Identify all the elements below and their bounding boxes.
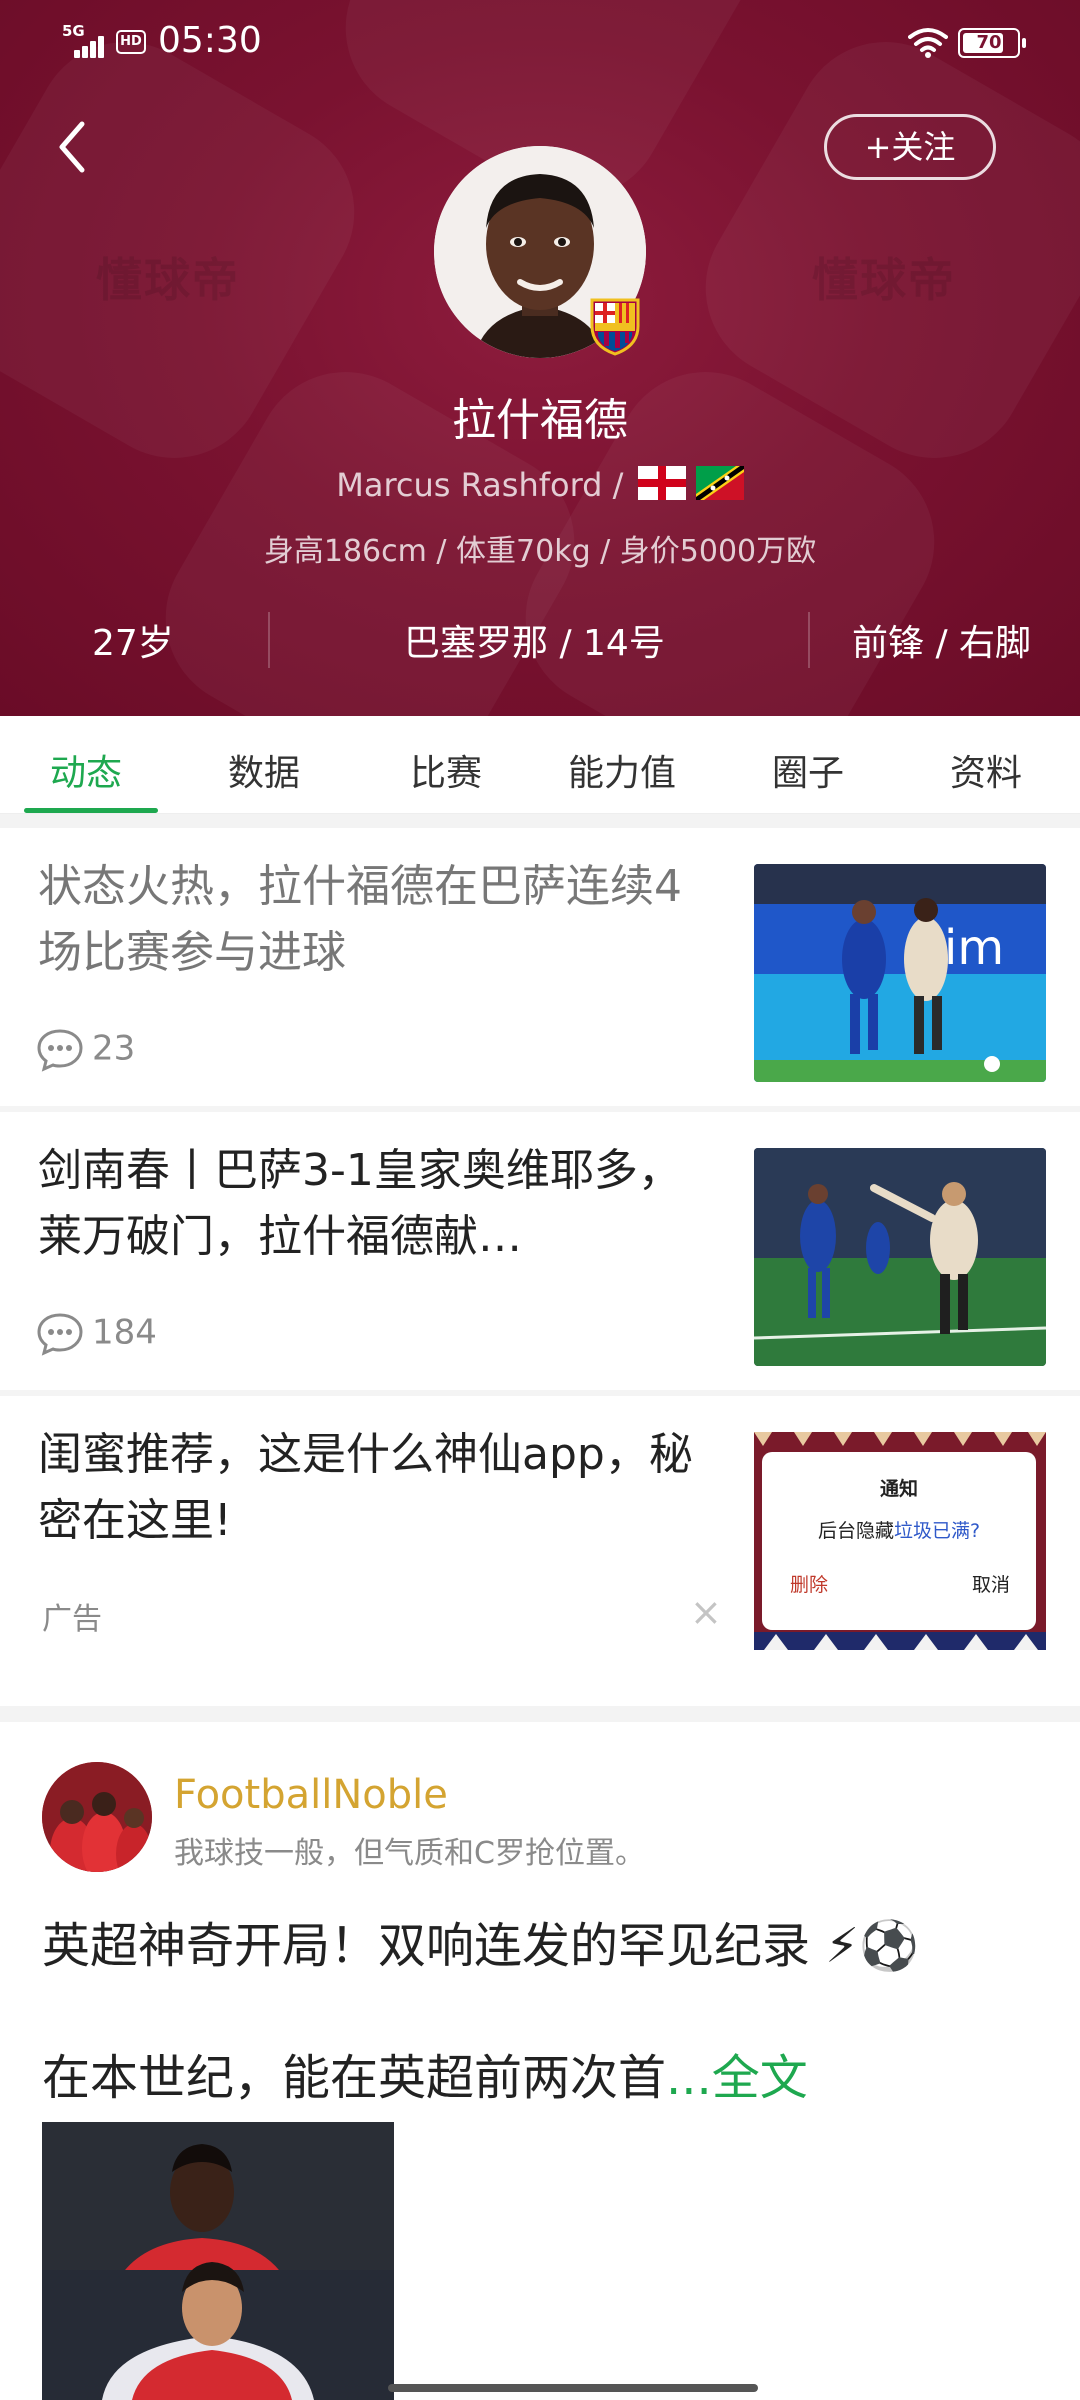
news-title: 剑南春丨巴萨3-1皇家奥维耶多，莱万破门，拉什福德献… (38, 1145, 682, 1262)
tab-matches[interactable]: 比赛 (410, 744, 482, 796)
ad-dialog-text: 后台隐藏垃圾已满? (762, 1516, 1036, 1543)
post-text-line: 在本世纪，能在英超前两次首...全文 (42, 2038, 808, 2108)
ad-dialog-title: 通知 (879, 1478, 918, 1500)
signal-icon (74, 34, 108, 58)
comment-icon (37, 1313, 83, 1356)
battery-percent: 70 (976, 32, 1002, 53)
news-item[interactable]: 状态火热，拉什福德在巴萨连续4场比赛参与进球 23 im (0, 828, 1080, 1106)
tab-news[interactable]: 动态 (50, 744, 122, 796)
ad-dialog-text-prefix: 后台隐藏 (817, 1520, 894, 1542)
section-gap (0, 1706, 1080, 1722)
divider (268, 612, 270, 668)
player-info-row: 27岁 巴塞罗那 / 14号 前锋 / 右脚 (0, 604, 1080, 674)
back-button[interactable] (50, 112, 94, 182)
player-position-foot: 前锋 / 右脚 (852, 623, 1032, 664)
tab-circle[interactable]: 圈子 (772, 744, 844, 796)
player-club-number: 巴塞罗那 / 14号 (404, 623, 665, 664)
section-gap (0, 814, 1080, 828)
follow-button[interactable]: +关注 (824, 114, 996, 180)
author-name[interactable]: FootballNoble (174, 1772, 448, 1818)
post-text-line: 英超神奇开局！双响连发的罕见纪录 ⚡⚽ (42, 1918, 919, 1974)
community-post[interactable]: FootballNoble 我球技一般，但气质和C罗抢位置。 英超神奇开局！双响… (0, 1722, 1080, 2400)
author-signature: 我球技一般，但气质和C罗抢位置。 (174, 1836, 645, 1871)
comment-count-value: 184 (92, 1312, 157, 1353)
watermark-text: 懂球帝 (812, 253, 956, 307)
player-physical-stats: 身高186cm / 体重70kg / 身价5000万欧 (263, 534, 817, 569)
ad-dialog-delete: 删除 (790, 1574, 829, 1596)
news-title: 状态火热，拉什福德在巴萨连续4场比赛参与进球 (38, 861, 682, 978)
home-indicator[interactable] (388, 2384, 758, 2392)
watermark-text: 懂球帝 (96, 253, 240, 307)
tab-stats[interactable]: 数据 (228, 744, 300, 796)
comment-icon (37, 1029, 83, 1072)
svg-text:im: im (944, 920, 1004, 976)
player-name: 拉什福德 (452, 395, 628, 446)
ad-dialog-text-highlight: 垃圾已满? (893, 1520, 981, 1542)
post-image[interactable] (42, 2122, 394, 2400)
read-more-link[interactable]: ...全文 (666, 2050, 808, 2106)
fc-barcelona-badge-icon (590, 298, 640, 356)
ad-dialog-mock: 通知 后台隐藏垃圾已满? 删除 取消 (762, 1452, 1036, 1630)
active-tab-indicator (24, 808, 158, 813)
news-item[interactable]: 剑南春丨巴萨3-1皇家奥维耶多，莱万破门，拉什福德献… 184 (0, 1112, 1080, 1390)
post-photo (42, 2122, 394, 2400)
author-avatar-image (42, 1762, 152, 1872)
clock: 05:30 (158, 20, 262, 61)
nationality-flags (637, 466, 744, 508)
ad-title: 闺蜜推荐，这是什么神仙app，秘密在这里! (38, 1429, 693, 1546)
tab-bar: 动态 数据 比赛 能力值 圈子 资料 (0, 716, 1080, 814)
ad-image: 通知 后台隐藏垃圾已满? 删除 取消 (754, 1432, 1046, 1650)
ad-close-button[interactable]: × (690, 1590, 722, 1634)
ad-item[interactable]: 闺蜜推荐，这是什么神仙app，秘密在这里! 广告 × 通知 后台隐藏垃圾已满? … (0, 1396, 1080, 1674)
saint-kitts-flag-icon (695, 466, 744, 500)
status-bar: 5G HD 05:30 70 (0, 0, 1080, 84)
ad-label: 广告 (42, 1602, 102, 1637)
player-page: 懂球帝 懂球帝 5G HD 05:30 70 +关注 拉什福德 Marcus R… (0, 0, 1080, 2400)
news-thumbnail: im (754, 864, 1046, 1082)
comment-count: 184 (36, 1312, 157, 1356)
player-age: 27岁 (92, 623, 174, 664)
news-thumbnail (754, 1148, 1046, 1366)
player-subtitle: Marcus Rashford / (0, 466, 1080, 508)
battery-icon: 70 (958, 28, 1026, 58)
author-avatar[interactable] (42, 1762, 152, 1872)
comment-count-value: 23 (92, 1028, 136, 1069)
ad-dialog-cancel: 取消 (972, 1574, 1011, 1596)
player-header: 懂球帝 懂球帝 5G HD 05:30 70 +关注 拉什福德 Marcus R… (0, 0, 1080, 716)
player-english-name: Marcus Rashford / (336, 466, 624, 504)
hd-icon: HD (116, 30, 146, 54)
tab-profile[interactable]: 资料 (950, 744, 1022, 796)
tab-ability[interactable]: 能力值 (568, 744, 676, 796)
comment-count: 23 (36, 1028, 135, 1072)
england-flag-icon (637, 466, 686, 500)
divider (808, 612, 810, 668)
post-text: 在本世纪，能在英超前两次首 (42, 2050, 667, 2106)
wifi-icon (908, 28, 948, 58)
